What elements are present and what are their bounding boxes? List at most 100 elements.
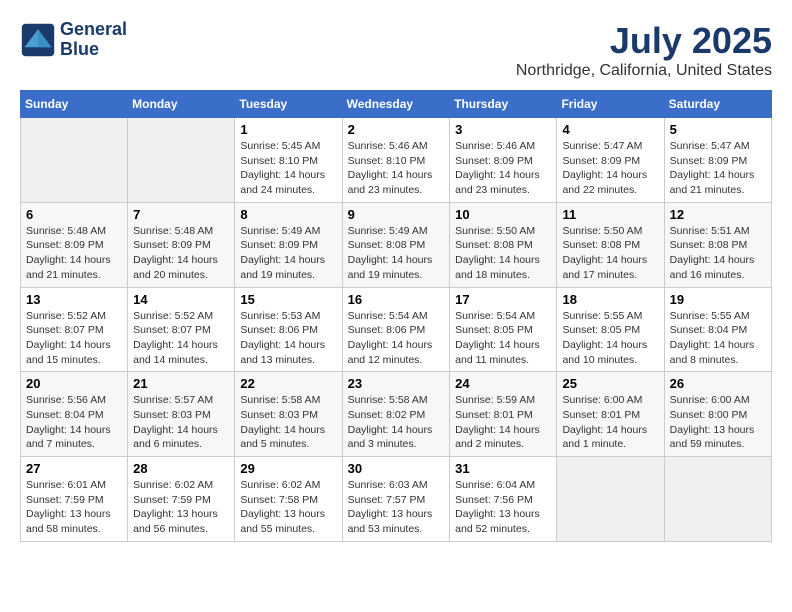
- cell-content: Sunrise: 5:46 AM Sunset: 8:09 PM Dayligh…: [455, 139, 551, 198]
- day-number: 23: [348, 376, 445, 391]
- calendar-cell: 2 Sunrise: 5:46 AM Sunset: 8:10 PM Daylig…: [342, 118, 450, 203]
- calendar-week-row: 1 Sunrise: 5:45 AM Sunset: 8:10 PM Daylig…: [21, 118, 772, 203]
- calendar-cell: 11Sunrise: 5:50 AM Sunset: 8:08 PM Dayli…: [557, 202, 664, 287]
- day-number: 12: [670, 207, 766, 222]
- logo-line2: Blue: [60, 40, 127, 60]
- cell-content: Sunrise: 6:02 AM Sunset: 7:58 PM Dayligh…: [240, 478, 336, 537]
- cell-content: Sunrise: 5:57 AM Sunset: 8:03 PM Dayligh…: [133, 393, 229, 452]
- cell-content: Sunrise: 5:46 AM Sunset: 8:10 PM Dayligh…: [348, 139, 445, 198]
- cell-content: Sunrise: 6:04 AM Sunset: 7:56 PM Dayligh…: [455, 478, 551, 537]
- cell-content: Sunrise: 5:56 AM Sunset: 8:04 PM Dayligh…: [26, 393, 122, 452]
- cell-content: Sunrise: 5:47 AM Sunset: 8:09 PM Dayligh…: [562, 139, 658, 198]
- day-number: 17: [455, 292, 551, 307]
- title-block: July 2025 Northridge, California, United…: [516, 20, 772, 80]
- weekday-header: Wednesday: [342, 91, 450, 118]
- cell-content: Sunrise: 5:55 AM Sunset: 8:05 PM Dayligh…: [562, 309, 658, 368]
- calendar-cell: 20Sunrise: 5:56 AM Sunset: 8:04 PM Dayli…: [21, 372, 128, 457]
- weekday-header: Saturday: [664, 91, 771, 118]
- cell-content: Sunrise: 6:00 AM Sunset: 8:00 PM Dayligh…: [670, 393, 766, 452]
- day-number: 26: [670, 376, 766, 391]
- cell-content: Sunrise: 6:03 AM Sunset: 7:57 PM Dayligh…: [348, 478, 445, 537]
- cell-content: Sunrise: 5:48 AM Sunset: 8:09 PM Dayligh…: [26, 224, 122, 283]
- calendar-week-row: 6 Sunrise: 5:48 AM Sunset: 8:09 PM Daylig…: [21, 202, 772, 287]
- cell-content: Sunrise: 5:52 AM Sunset: 8:07 PM Dayligh…: [133, 309, 229, 368]
- cell-content: Sunrise: 5:58 AM Sunset: 8:03 PM Dayligh…: [240, 393, 336, 452]
- calendar-cell: 23 Sunrise: 5:58 AM Sunset: 8:02 PM Dayli…: [342, 372, 450, 457]
- calendar-week-row: 13 Sunrise: 5:52 AM Sunset: 8:07 PM Dayli…: [21, 287, 772, 372]
- cell-content: Sunrise: 5:48 AM Sunset: 8:09 PM Dayligh…: [133, 224, 229, 283]
- cell-content: Sunrise: 5:49 AM Sunset: 8:08 PM Dayligh…: [348, 224, 445, 283]
- day-number: 9: [348, 207, 445, 222]
- day-number: 30: [348, 461, 445, 476]
- calendar-cell: 27Sunrise: 6:01 AM Sunset: 7:59 PM Dayli…: [21, 457, 128, 542]
- calendar-cell: [128, 118, 235, 203]
- cell-content: Sunrise: 6:00 AM Sunset: 8:01 PM Dayligh…: [562, 393, 658, 452]
- day-number: 29: [240, 461, 336, 476]
- day-number: 3: [455, 122, 551, 137]
- cell-content: Sunrise: 6:01 AM Sunset: 7:59 PM Dayligh…: [26, 478, 122, 537]
- day-number: 2: [348, 122, 445, 137]
- logo-icon: [20, 22, 56, 58]
- calendar-cell: 16 Sunrise: 5:54 AM Sunset: 8:06 PM Dayli…: [342, 287, 450, 372]
- calendar-cell: 5Sunrise: 5:47 AM Sunset: 8:09 PM Daylig…: [664, 118, 771, 203]
- calendar-cell: 9 Sunrise: 5:49 AM Sunset: 8:08 PM Daylig…: [342, 202, 450, 287]
- weekday-header: Thursday: [450, 91, 557, 118]
- calendar-table: SundayMondayTuesdayWednesdayThursdayFrid…: [20, 90, 772, 542]
- cell-content: Sunrise: 5:49 AM Sunset: 8:09 PM Dayligh…: [240, 224, 336, 283]
- location: Northridge, California, United States: [516, 62, 772, 80]
- calendar-cell: 13 Sunrise: 5:52 AM Sunset: 8:07 PM Dayli…: [21, 287, 128, 372]
- day-number: 18: [562, 292, 658, 307]
- calendar-cell: 10 Sunrise: 5:50 AM Sunset: 8:08 PM Dayli…: [450, 202, 557, 287]
- calendar-cell: 7 Sunrise: 5:48 AM Sunset: 8:09 PM Daylig…: [128, 202, 235, 287]
- calendar-cell: 3 Sunrise: 5:46 AM Sunset: 8:09 PM Daylig…: [450, 118, 557, 203]
- calendar-cell: 25 Sunrise: 6:00 AM Sunset: 8:01 PM Dayli…: [557, 372, 664, 457]
- day-number: 14: [133, 292, 229, 307]
- day-number: 10: [455, 207, 551, 222]
- cell-content: Sunrise: 5:52 AM Sunset: 8:07 PM Dayligh…: [26, 309, 122, 368]
- day-number: 8: [240, 207, 336, 222]
- weekday-header: Friday: [557, 91, 664, 118]
- day-number: 1: [240, 122, 336, 137]
- calendar-week-row: 27Sunrise: 6:01 AM Sunset: 7:59 PM Dayli…: [21, 457, 772, 542]
- calendar-cell: 8 Sunrise: 5:49 AM Sunset: 8:09 PM Daylig…: [235, 202, 342, 287]
- calendar-cell: 24Sunrise: 5:59 AM Sunset: 8:01 PM Dayli…: [450, 372, 557, 457]
- calendar-cell: 6 Sunrise: 5:48 AM Sunset: 8:09 PM Daylig…: [21, 202, 128, 287]
- day-number: 5: [670, 122, 766, 137]
- logo: General Blue: [20, 20, 127, 60]
- calendar-cell: 1 Sunrise: 5:45 AM Sunset: 8:10 PM Daylig…: [235, 118, 342, 203]
- day-number: 4: [562, 122, 658, 137]
- cell-content: Sunrise: 5:50 AM Sunset: 8:08 PM Dayligh…: [455, 224, 551, 283]
- day-number: 15: [240, 292, 336, 307]
- weekday-header: Monday: [128, 91, 235, 118]
- day-number: 31: [455, 461, 551, 476]
- cell-content: Sunrise: 6:02 AM Sunset: 7:59 PM Dayligh…: [133, 478, 229, 537]
- month-title: July 2025: [516, 20, 772, 62]
- calendar-cell: 18 Sunrise: 5:55 AM Sunset: 8:05 PM Dayli…: [557, 287, 664, 372]
- calendar-cell: 26 Sunrise: 6:00 AM Sunset: 8:00 PM Dayli…: [664, 372, 771, 457]
- calendar-cell: 19 Sunrise: 5:55 AM Sunset: 8:04 PM Dayli…: [664, 287, 771, 372]
- cell-content: Sunrise: 5:53 AM Sunset: 8:06 PM Dayligh…: [240, 309, 336, 368]
- calendar-cell: [557, 457, 664, 542]
- cell-content: Sunrise: 5:58 AM Sunset: 8:02 PM Dayligh…: [348, 393, 445, 452]
- day-number: 25: [562, 376, 658, 391]
- cell-content: Sunrise: 5:45 AM Sunset: 8:10 PM Dayligh…: [240, 139, 336, 198]
- calendar-cell: 12Sunrise: 5:51 AM Sunset: 8:08 PM Dayli…: [664, 202, 771, 287]
- calendar-cell: [664, 457, 771, 542]
- weekday-header: Tuesday: [235, 91, 342, 118]
- day-number: 7: [133, 207, 229, 222]
- day-number: 24: [455, 376, 551, 391]
- calendar-cell: 30 Sunrise: 6:03 AM Sunset: 7:57 PM Dayli…: [342, 457, 450, 542]
- cell-content: Sunrise: 5:54 AM Sunset: 8:06 PM Dayligh…: [348, 309, 445, 368]
- calendar-cell: 28 Sunrise: 6:02 AM Sunset: 7:59 PM Dayli…: [128, 457, 235, 542]
- day-number: 6: [26, 207, 122, 222]
- cell-content: Sunrise: 5:54 AM Sunset: 8:05 PM Dayligh…: [455, 309, 551, 368]
- day-number: 16: [348, 292, 445, 307]
- cell-content: Sunrise: 5:50 AM Sunset: 8:08 PM Dayligh…: [562, 224, 658, 283]
- day-number: 13: [26, 292, 122, 307]
- cell-content: Sunrise: 5:55 AM Sunset: 8:04 PM Dayligh…: [670, 309, 766, 368]
- day-number: 19: [670, 292, 766, 307]
- calendar-cell: 21 Sunrise: 5:57 AM Sunset: 8:03 PM Dayli…: [128, 372, 235, 457]
- day-number: 28: [133, 461, 229, 476]
- calendar-cell: 29 Sunrise: 6:02 AM Sunset: 7:58 PM Dayli…: [235, 457, 342, 542]
- day-number: 21: [133, 376, 229, 391]
